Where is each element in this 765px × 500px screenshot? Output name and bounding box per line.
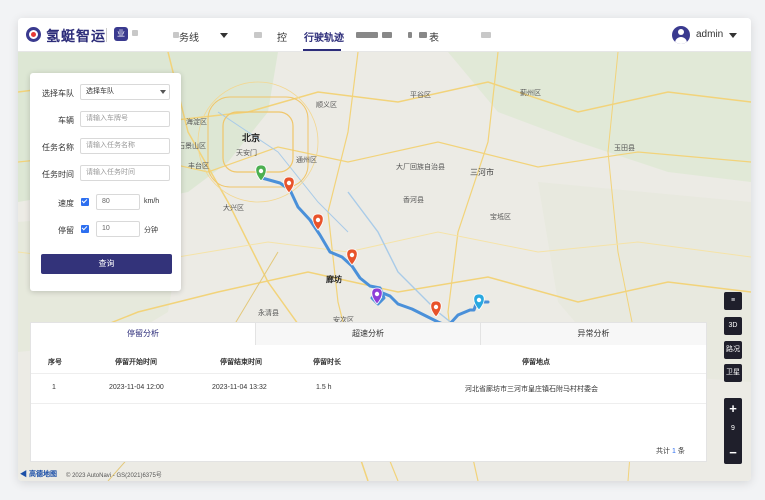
- tab-speeding-analysis[interactable]: 超速分析: [256, 323, 481, 345]
- speed-checkbox[interactable]: [81, 198, 89, 206]
- map-place-label: 海淀区: [186, 117, 207, 126]
- fleet-select-value: 选择车队: [86, 88, 114, 95]
- filter-panel: 选择车队 选择车队 车辆 请输入车牌号 任务名称 请输入任务名称 任务时间 请输…: [30, 73, 181, 291]
- redacted-text: [254, 32, 262, 38]
- stop-unit: 分钟: [144, 227, 158, 234]
- active-tab-indicator: [303, 49, 341, 51]
- zoom-control: + 9 −: [724, 398, 742, 464]
- fleet-label: 选择车队: [42, 89, 74, 98]
- column-header-end-time: 停留结束时间: [220, 359, 262, 366]
- chevron-down-icon: [160, 90, 166, 94]
- cell-index: 1: [52, 384, 56, 391]
- zoom-out-button[interactable]: −: [724, 444, 742, 462]
- vehicle-input[interactable]: 请输入车牌号: [80, 111, 170, 127]
- map-place-label: 三河市: [470, 167, 494, 177]
- task-time-input[interactable]: 请输入任务时间: [80, 165, 170, 181]
- query-button[interactable]: 查询: [41, 254, 172, 274]
- stop-label: 停留: [58, 226, 74, 235]
- map-attribution: © 2023 AutoNavi - GS(2021)6375号: [66, 473, 162, 479]
- tab-stop-analysis[interactable]: 停留分析: [31, 323, 256, 345]
- chevron-down-icon: [220, 33, 228, 38]
- map-place-label: 蓟州区: [520, 88, 541, 97]
- speed-unit: km/h: [144, 198, 160, 205]
- task-name-input[interactable]: 请输入任务名称: [80, 138, 170, 154]
- task-name-label: 任务名称: [42, 143, 74, 152]
- redacted-text: [382, 32, 392, 38]
- redacted-text: [132, 30, 138, 36]
- nav-item-monitor[interactable]: 控: [277, 29, 287, 44]
- total-suffix: 条: [677, 448, 685, 455]
- user-avatar-icon[interactable]: [672, 26, 690, 44]
- task-time-label: 任务时间: [42, 170, 74, 179]
- redacted-text: [481, 32, 491, 38]
- column-header-location: 停留地点: [522, 359, 550, 366]
- speed-label: 速度: [58, 199, 74, 208]
- map-place-label: 玉田县: [614, 144, 635, 152]
- layers-button[interactable]: ≡: [724, 292, 742, 310]
- fleet-select[interactable]: 选择车队: [80, 84, 170, 100]
- map-place-label: 大厂回族自治县: [396, 162, 445, 171]
- map-place-label: 通州区: [296, 155, 317, 164]
- stop-duration-input[interactable]: 10: [96, 221, 140, 237]
- top-navigation-bar: 氢蜓智运 业 务线 控 行驶轨迹 表 admin: [18, 18, 751, 52]
- nav-item-report[interactable]: 表: [429, 29, 439, 44]
- map-place-label: 宝坻区: [490, 212, 511, 221]
- column-header-start-time: 停留开始时间: [115, 359, 157, 366]
- analysis-panel: 停留分析 超速分析 异常分析 序号 停留开始时间 停留结束时间 停留时长 停留地…: [30, 322, 707, 462]
- satellite-button[interactable]: 卫星: [724, 364, 742, 382]
- map-place-label: 顺义区: [316, 101, 337, 109]
- brand-name: 氢蜓智运: [46, 28, 106, 44]
- redacted-text: [419, 32, 427, 38]
- amap-logo[interactable]: ◀ 高德地图: [20, 469, 57, 479]
- vehicle-label: 车辆: [58, 116, 74, 125]
- org-badge[interactable]: 业: [114, 27, 128, 41]
- table-divider: [31, 403, 706, 404]
- cell-end-time: 2023-11-04 13:32: [212, 384, 267, 391]
- analysis-tabs: 停留分析 超速分析 异常分析: [31, 323, 706, 345]
- brand-divider: [106, 28, 107, 42]
- redacted-text: [408, 32, 412, 38]
- tab-anomaly-analysis[interactable]: 异常分析: [481, 323, 706, 345]
- map-place-label: 大兴区: [223, 203, 244, 212]
- zoom-in-button[interactable]: +: [724, 400, 742, 418]
- column-header-duration: 停留时长: [313, 359, 341, 366]
- stop-checkbox[interactable]: [81, 225, 89, 233]
- map-place-label: 香河县: [403, 195, 424, 204]
- total-prefix: 共计: [656, 448, 670, 455]
- column-header-index: 序号: [48, 359, 62, 366]
- speed-input[interactable]: 80: [96, 194, 140, 210]
- map-place-label: 平谷区: [410, 90, 431, 99]
- traffic-button[interactable]: 路况: [724, 341, 742, 359]
- map-place-label: 天安门: [236, 148, 257, 157]
- zoom-level: 9: [731, 425, 735, 432]
- brand-logo-icon: [26, 27, 41, 42]
- redacted-text: [356, 32, 378, 38]
- total-count: 1: [671, 448, 676, 455]
- map-place-label: 丰台区: [188, 161, 209, 170]
- nav-item-track[interactable]: 行驶轨迹: [304, 29, 344, 44]
- cell-start-time: 2023-11-04 12:00: [109, 384, 164, 391]
- map-place-label: 北京: [242, 132, 260, 144]
- cell-duration: 1.5 h: [316, 384, 332, 391]
- map-place-label: 石景山区: [178, 141, 206, 150]
- map-place-label: 廊坊: [326, 274, 342, 284]
- app-window: 北京天安门通州区大兴区廊坊三河市香河县宝坻区武清区大厂回族自治县顺义区平谷区蓟州…: [18, 18, 751, 481]
- nav-item-business-line[interactable]: 务线: [179, 29, 199, 44]
- table-divider: [31, 373, 706, 374]
- cell-location: 河北省廊坊市三河市皇庄镇石附马村村委会: [465, 386, 598, 393]
- chevron-down-icon[interactable]: [729, 33, 737, 38]
- username[interactable]: admin: [696, 29, 723, 40]
- 3d-button[interactable]: 3D: [724, 317, 742, 335]
- map-place-label: 永清县: [258, 308, 279, 317]
- pagination-total: 共计 1 条: [656, 446, 685, 456]
